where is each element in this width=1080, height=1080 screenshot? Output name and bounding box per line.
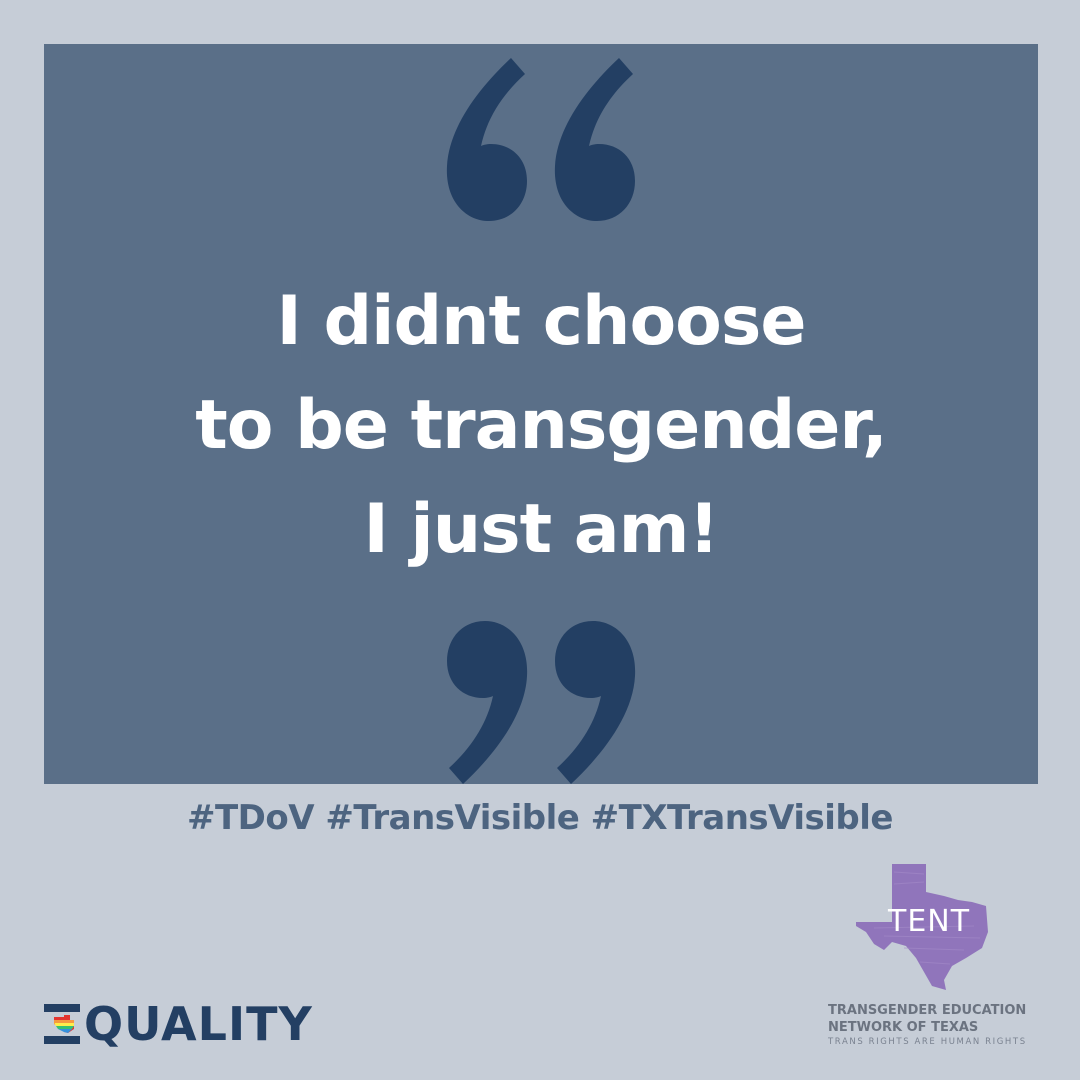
close-quote-icon: [447, 621, 636, 784]
equality-logo: QUALITY: [44, 994, 313, 1054]
quote-panel: I didnt choose to be transgender, I just…: [44, 44, 1038, 784]
texas-rainbow-icon: [44, 1004, 80, 1044]
quote-text: I didnt choose to be transgender, I just…: [44, 270, 1038, 582]
tent-tagline: TRANS RIGHTS ARE HUMAN RIGHTS: [828, 1037, 1027, 1047]
tent-name-line-1: TRANSGENDER EDUCATION: [828, 1003, 1027, 1018]
equality-wordmark: QUALITY: [84, 997, 313, 1051]
tent-acronym: TENT: [888, 904, 971, 939]
open-quote-icon: [446, 58, 635, 221]
tent-name-line-2: NETWORK OF TEXAS: [828, 1020, 979, 1035]
tent-logo: TENT TRANSGENDER EDUCATION NETWORK OF TE…: [826, 862, 1046, 1052]
tent-name: TRANSGENDER EDUCATION NETWORK OF TEXAS: [828, 1002, 1026, 1036]
quote-line-1: I didnt choose: [276, 282, 807, 361]
quote-line-3: I just am!: [363, 490, 719, 569]
hashtags: #TDoV #TransVisible #TXTransVisible: [187, 798, 893, 838]
quote-line-2: to be transgender,: [195, 386, 888, 465]
